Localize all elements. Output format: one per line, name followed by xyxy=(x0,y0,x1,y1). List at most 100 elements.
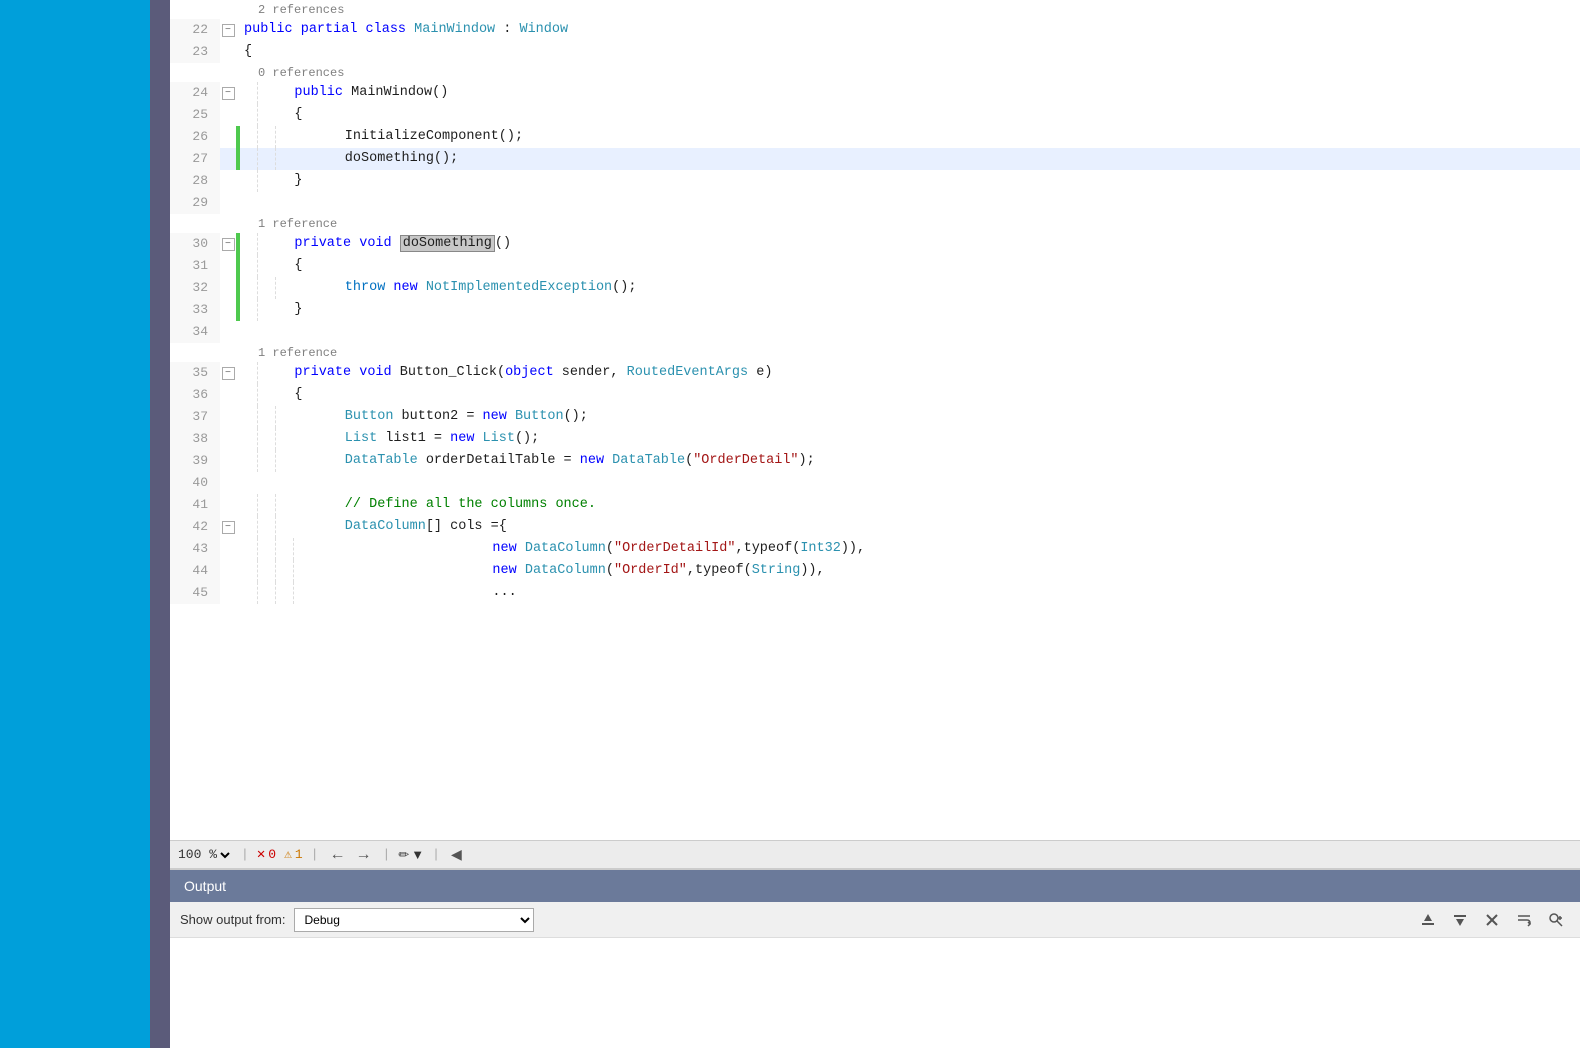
scroll-left-button[interactable]: ◀ xyxy=(448,846,465,863)
line-number: 43 xyxy=(170,538,220,560)
output-toolbar: Show output from: Debug xyxy=(170,902,1580,938)
line-number: 28 xyxy=(170,170,220,192)
fold-gutter[interactable] xyxy=(220,255,236,277)
indent-guide xyxy=(240,233,258,255)
prev-nav-button[interactable]: ← xyxy=(327,846,349,864)
code-content: DataTable orderDetailTable = new DataTab… xyxy=(276,450,1580,472)
indent-guide xyxy=(240,362,258,384)
indent-guide xyxy=(240,255,258,277)
indent-guide xyxy=(240,104,258,126)
line-number: 39 xyxy=(170,450,220,472)
code-editor: 2 references22−public partial class Main… xyxy=(170,0,1580,840)
code-line: 38 List list1 = new List(); xyxy=(170,428,1580,450)
indent-guide xyxy=(240,299,258,321)
warning-indicator: ⚠ 1 xyxy=(284,847,303,862)
indent-guide xyxy=(258,126,276,148)
fold-gutter[interactable] xyxy=(220,170,236,192)
reference-line: 1 reference xyxy=(170,343,1580,362)
fold-gutter[interactable] xyxy=(220,582,236,604)
code-line: 28 } xyxy=(170,170,1580,192)
editor-container: 2 references22−public partial class Main… xyxy=(170,0,1580,1048)
indent-guide xyxy=(258,428,276,450)
indent-guide xyxy=(240,170,258,192)
output-action-3[interactable] xyxy=(1478,907,1506,933)
error-icon: ✕ xyxy=(257,846,265,863)
fold-gutter[interactable]: − xyxy=(220,516,236,538)
nav-controls[interactable]: ← → xyxy=(327,846,375,864)
warning-icon: ⚠ xyxy=(284,847,292,862)
code-line: 42− DataColumn[] cols ={ xyxy=(170,516,1580,538)
code-line: 24− public MainWindow() xyxy=(170,82,1580,104)
fold-gutter[interactable]: − xyxy=(220,362,236,384)
indent-guide xyxy=(258,148,276,170)
fold-icon[interactable]: − xyxy=(222,24,235,37)
line-number: 27 xyxy=(170,148,220,170)
code-line: 29 xyxy=(170,192,1580,214)
line-number: 30 xyxy=(170,233,220,255)
output-action-1[interactable] xyxy=(1414,907,1442,933)
line-number: 36 xyxy=(170,384,220,406)
line-number: 31 xyxy=(170,255,220,277)
code-content: Button button2 = new Button(); xyxy=(276,406,1580,428)
code-line: 35− private void Button_Click(object sen… xyxy=(170,362,1580,384)
fold-gutter[interactable] xyxy=(220,126,236,148)
fold-gutter[interactable] xyxy=(220,428,236,450)
fold-gutter[interactable] xyxy=(220,494,236,516)
line-number: 24 xyxy=(170,82,220,104)
fold-gutter[interactable] xyxy=(220,104,236,126)
code-content xyxy=(240,321,1580,343)
code-content: // Define all the columns once. xyxy=(276,494,1580,516)
indent-guide xyxy=(258,450,276,472)
code-line: 37 Button button2 = new Button(); xyxy=(170,406,1580,428)
fold-gutter[interactable] xyxy=(220,450,236,472)
indent-guide xyxy=(240,494,258,516)
output-actions xyxy=(1414,907,1570,933)
fold-gutter[interactable] xyxy=(220,538,236,560)
output-action-5[interactable] xyxy=(1542,907,1570,933)
zoom-control[interactable]: 100 % 100% xyxy=(178,846,233,864)
code-content: public MainWindow() xyxy=(258,82,1580,104)
line-number: 45 xyxy=(170,582,220,604)
fold-gutter[interactable]: − xyxy=(220,233,236,255)
line-number: 25 xyxy=(170,104,220,126)
separator-4: | xyxy=(432,847,440,862)
fold-gutter[interactable] xyxy=(220,384,236,406)
fold-gutter[interactable] xyxy=(220,321,236,343)
reference-line: 2 references xyxy=(170,0,1580,19)
next-nav-button[interactable]: → xyxy=(353,846,375,864)
warning-count: 1 xyxy=(295,847,303,862)
code-content: new DataColumn("OrderId",typeof(String))… xyxy=(294,560,1580,582)
line-number: 41 xyxy=(170,494,220,516)
fold-gutter[interactable] xyxy=(220,41,236,63)
code-line: 32 throw new NotImplementedException(); xyxy=(170,277,1580,299)
line-number: 37 xyxy=(170,406,220,428)
code-line: 33 } xyxy=(170,299,1580,321)
fold-gutter[interactable] xyxy=(220,472,236,494)
line-number: 44 xyxy=(170,560,220,582)
fold-gutter[interactable] xyxy=(220,406,236,428)
fold-gutter[interactable] xyxy=(220,192,236,214)
fold-icon[interactable]: − xyxy=(222,238,235,251)
indent-guide xyxy=(258,494,276,516)
fold-gutter[interactable]: − xyxy=(220,82,236,104)
error-count: 0 xyxy=(268,847,276,862)
fold-gutter[interactable]: − xyxy=(220,19,236,41)
fold-gutter[interactable] xyxy=(220,560,236,582)
zoom-select[interactable]: 100% xyxy=(219,846,233,864)
fold-gutter[interactable] xyxy=(220,277,236,299)
fold-icon[interactable]: − xyxy=(222,87,235,100)
output-action-4[interactable] xyxy=(1510,907,1538,933)
fold-gutter[interactable] xyxy=(220,299,236,321)
show-from-label: Show output from: xyxy=(180,912,286,927)
output-action-2[interactable] xyxy=(1446,907,1474,933)
indent-guide xyxy=(258,277,276,299)
indent-guide xyxy=(240,582,258,604)
indent-guide xyxy=(240,277,258,299)
fold-icon[interactable]: − xyxy=(222,367,235,380)
output-source-select[interactable]: Debug xyxy=(294,908,534,932)
annotation-button[interactable]: ✏ ▼ xyxy=(398,847,424,863)
fold-gutter[interactable] xyxy=(220,148,236,170)
fold-icon[interactable]: − xyxy=(222,521,235,534)
indent-guide xyxy=(240,538,258,560)
code-content: InitializeComponent(); xyxy=(276,126,1580,148)
